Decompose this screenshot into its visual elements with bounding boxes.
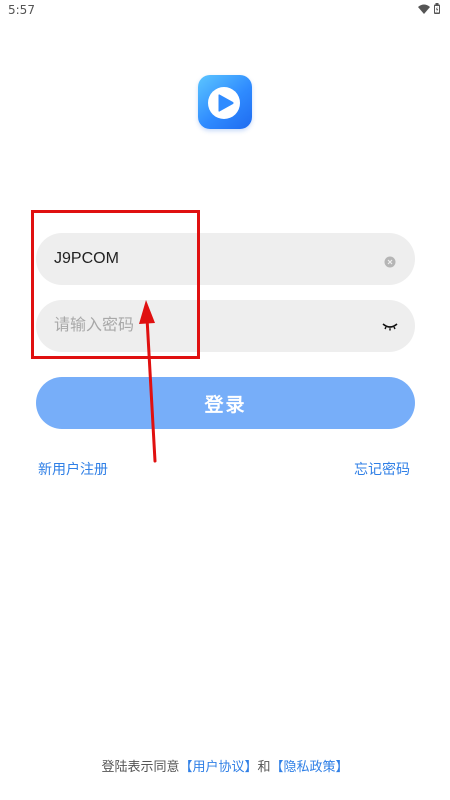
- agreement-conjunction: 和: [257, 760, 271, 775]
- play-icon: [208, 87, 240, 119]
- password-field[interactable]: [36, 300, 415, 352]
- eye-closed-icon[interactable]: [382, 319, 398, 333]
- login-button[interactable]: 登录: [36, 377, 415, 429]
- battery-icon: [434, 3, 440, 14]
- register-link[interactable]: 新用户注册: [38, 459, 108, 479]
- username-input[interactable]: [54, 233, 374, 285]
- login-screen: 5:57 J9PCOM 登录 新用户注册 忘记密码 登陆表示同意【用户协议】和【…: [0, 0, 450, 800]
- status-bar: 5:57: [0, 0, 450, 22]
- status-icons: [418, 3, 440, 14]
- clear-icon[interactable]: [384, 253, 396, 268]
- user-agreement-link[interactable]: 【用户协议】: [179, 760, 257, 775]
- agreement-prefix: 登陆表示同意: [101, 760, 180, 775]
- app-logo: [198, 75, 252, 129]
- username-field[interactable]: [36, 233, 415, 285]
- status-time: 5:57: [8, 3, 35, 17]
- password-input[interactable]: [54, 300, 374, 352]
- agreement-text: 登陆表示同意【用户协议】和【隐私政策】: [0, 756, 450, 775]
- privacy-policy-link[interactable]: 【隐私政策】: [271, 760, 349, 775]
- forgot-password-link[interactable]: 忘记密码: [354, 459, 410, 479]
- wifi-icon: [418, 4, 430, 14]
